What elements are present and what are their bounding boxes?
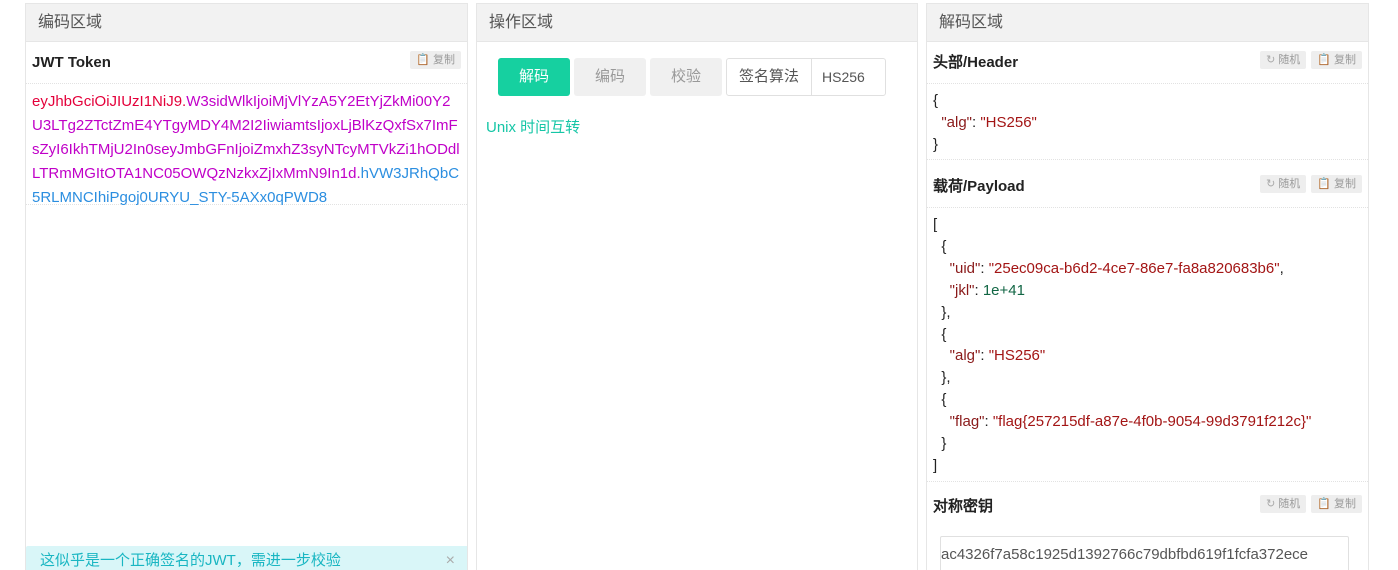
random-label: 随机 — [1278, 54, 1301, 66]
decode-panel-title: 解码区域 — [927, 4, 1368, 42]
json-key: "alg" — [941, 114, 973, 131]
json-string: "flag{257215df-a87e-4f0b-9054-99d3791f21… — [992, 413, 1312, 431]
token-header-part: eyJhbGciOiJIUzI1NiJ9. — [32, 93, 187, 110]
payload-json-editor[interactable]: [ { "uid": "25ec09ca-b6d2-4ce7-86e7-fa8a… — [927, 208, 1368, 482]
json-string: "HS256" — [988, 347, 1046, 365]
operation-panel-title: 操作区域 — [477, 4, 917, 42]
random-payload-button[interactable]: ↻ 随机 — [1260, 175, 1307, 193]
verify-button[interactable]: 校验 — [650, 58, 722, 96]
copy-token-button[interactable]: 📋 复制 — [410, 51, 461, 69]
copy-payload-button[interactable]: 📋 复制 — [1311, 175, 1362, 193]
header-section: 头部/Header ↻ 随机 📋 复制 — [927, 42, 1368, 84]
json-brace: { — [933, 92, 939, 109]
json-key: "flag" — [949, 413, 985, 431]
random-label: 随机 — [1278, 178, 1301, 190]
copy-label: 复制 — [1334, 178, 1356, 190]
json-string: "HS256" — [980, 114, 1037, 131]
secret-label: 对称密钥 — [933, 498, 994, 515]
json-key: "alg" — [949, 347, 981, 365]
jwt-token-label: JWT Token — [32, 54, 111, 71]
algorithm-label: 签名算法 — [727, 59, 812, 95]
operation-toolbar: 解码 编码 校验 签名算法 HS256 — [498, 58, 886, 96]
payload-label: 载荷/Payload — [933, 178, 1025, 195]
alert-close-icon[interactable]: × — [446, 546, 455, 570]
random-label: 随机 — [1278, 498, 1301, 510]
copy-label: 复制 — [1334, 498, 1356, 510]
refresh-icon: ↻ — [1266, 54, 1276, 66]
json-number: 1e+41 — [982, 281, 1025, 299]
alert-text: 这似乎是一个正确签名的JWT，需进一步校验 — [40, 552, 341, 569]
copy-label: 复制 — [1334, 54, 1356, 66]
payload-section: 载荷/Payload ↻ 随机 📋 复制 — [927, 166, 1368, 208]
refresh-icon: ↻ — [1266, 498, 1276, 510]
json-brace: } — [933, 136, 939, 153]
copy-token-label: 复制 — [433, 54, 455, 66]
json-key: "uid" — [949, 259, 981, 277]
clipboard-icon: 📋 — [1317, 178, 1331, 190]
unix-time-convert-link[interactable]: Unix 时间互转 — [486, 116, 580, 137]
encode-button[interactable]: 编码 — [574, 58, 646, 96]
random-secret-button[interactable]: ↻ 随机 — [1260, 495, 1307, 513]
encode-panel-title: 编码区域 — [26, 4, 467, 42]
algorithm-value[interactable]: HS256 — [812, 59, 885, 95]
decode-panel: 解码区域 头部/Header ↻ 随机 📋 复制 { "alg": "HS256… — [926, 3, 1369, 570]
header-label: 头部/Header — [933, 54, 1019, 71]
jwt-token-textarea[interactable]: eyJhbGciOiJIUzI1NiJ9.W3sidWlkIjoiMjVlYzA… — [26, 84, 467, 206]
clipboard-icon: 📋 — [416, 54, 430, 66]
encode-panel: 编码区域 JWT Token 📋 复制 eyJhbGciOiJIUzI1NiJ9… — [25, 3, 468, 570]
clipboard-icon: 📋 — [1317, 54, 1331, 66]
refresh-icon: ↻ — [1266, 178, 1276, 190]
jwt-token-section: JWT Token 📋 复制 — [26, 42, 467, 84]
decode-button[interactable]: 解码 — [498, 58, 570, 96]
random-header-button[interactable]: ↻ 随机 — [1260, 51, 1307, 69]
operation-panel: 操作区域 解码 编码 校验 签名算法 HS256 Unix 时间互转 — [476, 3, 918, 570]
algorithm-select[interactable]: 签名算法 HS256 — [726, 58, 886, 96]
json-key: "jkl" — [949, 281, 975, 299]
secret-section: 对称密钥 ↻ 随机 📋 复制 — [927, 486, 1368, 528]
copy-header-button[interactable]: 📋 复制 — [1311, 51, 1362, 69]
header-json-editor[interactable]: { "alg": "HS256" } — [927, 84, 1368, 160]
json-string: "25ec09ca-b6d2-4ce7-86e7-fa8a820683b6" — [988, 259, 1280, 277]
secret-key-input[interactable]: ac4326f7a58c1925d1392766c79dbfbd619f1fcf… — [940, 536, 1349, 570]
validity-alert: 这似乎是一个正确签名的JWT，需进一步校验 × — [26, 546, 467, 570]
clipboard-icon: 📋 — [1317, 498, 1331, 510]
copy-secret-button[interactable]: 📋 复制 — [1311, 495, 1362, 513]
